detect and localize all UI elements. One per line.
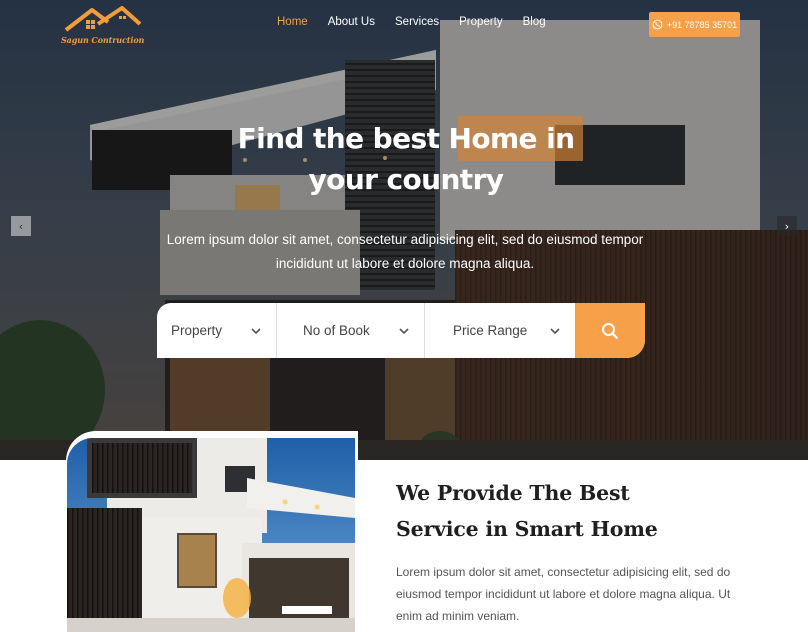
nav-services[interactable]: Services bbox=[395, 16, 439, 28]
service-section-text: Lorem ipsum dolor sit amet, consectetur … bbox=[396, 565, 731, 623]
nav-property[interactable]: Property bbox=[459, 16, 502, 28]
carousel-next-button[interactable]: › bbox=[777, 216, 797, 236]
chevron-left-icon: ‹ bbox=[18, 219, 24, 233]
main-nav: Home About Us Services Property Blog bbox=[277, 16, 546, 28]
service-section-title: We Provide The Best Service in Smart Hom… bbox=[396, 476, 776, 547]
chevron-down-icon bbox=[550, 327, 560, 334]
whatsapp-icon bbox=[652, 19, 663, 30]
logo-text: Sagun Contruction bbox=[61, 35, 145, 45]
service-title-line2: Service in Smart Home bbox=[396, 516, 658, 541]
phone-button[interactable]: +91 78785 35701 bbox=[649, 12, 740, 37]
price-range-dropdown[interactable]: Price Range bbox=[425, 303, 575, 358]
service-title-line1: We Provide The Best bbox=[396, 481, 630, 505]
chevron-down-icon bbox=[399, 327, 409, 334]
property-dropdown[interactable]: Property bbox=[157, 303, 277, 358]
carousel-prev-button[interactable]: ‹ bbox=[11, 216, 31, 236]
hero-headline-line2: your country bbox=[308, 163, 505, 196]
chevron-down-icon bbox=[251, 327, 261, 334]
search-icon bbox=[602, 322, 619, 339]
brand-logo[interactable]: Sagun Contruction bbox=[58, 6, 148, 46]
nav-blog[interactable]: Blog bbox=[523, 16, 546, 28]
hero-headline: Find the best Home in your country bbox=[200, 118, 612, 200]
phone-number: +91 78785 35701 bbox=[666, 19, 738, 30]
search-button[interactable] bbox=[575, 303, 645, 358]
chevron-right-icon: › bbox=[784, 219, 790, 233]
nav-about-us[interactable]: About Us bbox=[328, 16, 375, 28]
price-range-dropdown-label: Price Range bbox=[453, 323, 528, 338]
nav-home[interactable]: Home bbox=[277, 16, 308, 28]
property-search-bar: Property No of Book Price Range bbox=[157, 303, 645, 358]
no-of-book-dropdown[interactable]: No of Book bbox=[277, 303, 425, 358]
no-of-book-dropdown-label: No of Book bbox=[303, 323, 370, 338]
hero-headline-line1: Find the best Home in bbox=[237, 122, 575, 155]
feature-house-photo bbox=[67, 438, 355, 632]
property-dropdown-label: Property bbox=[171, 323, 223, 338]
house-roof-icon bbox=[64, 6, 142, 32]
hero-subtext: Lorem ipsum dolor sit amet, consectetur … bbox=[166, 232, 644, 271]
